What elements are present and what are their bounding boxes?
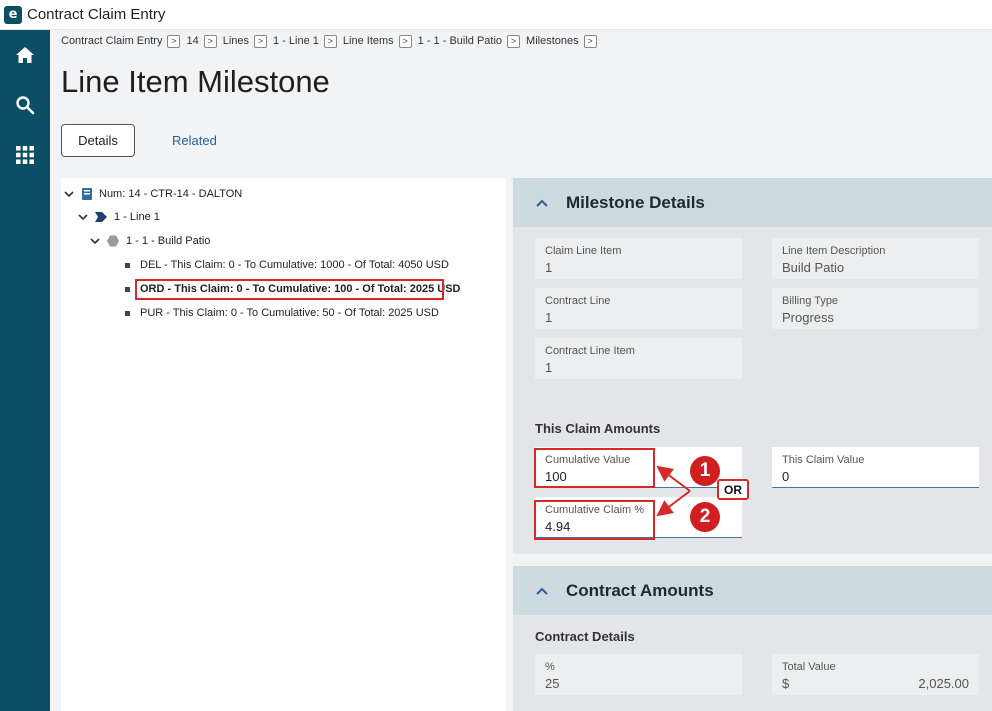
- bullet-icon: [125, 286, 130, 292]
- left-nav-rail: [0, 30, 50, 711]
- field-label: Billing Type: [782, 295, 839, 307]
- selected-milestone-highlight: [135, 279, 444, 300]
- breadcrumb-label: Contract Claim Entry: [61, 35, 163, 47]
- apps-grid-icon: [16, 146, 34, 164]
- claim-line-item-field: Claim Line Item 1: [535, 238, 742, 279]
- annotation-box-cumulative-value: [534, 448, 655, 488]
- field-label: Total Value: [782, 661, 836, 673]
- page-title: Line Item Milestone: [61, 64, 330, 99]
- chevron-up-icon[interactable]: [535, 196, 549, 210]
- field-value: Build Patio: [782, 260, 845, 275]
- field-value[interactable]: 0: [782, 469, 789, 484]
- search-button[interactable]: [0, 85, 50, 125]
- chevron-down-icon[interactable]: [63, 188, 75, 200]
- annotation-or-label: OR: [717, 479, 749, 500]
- annotation-badge-2: 2: [690, 502, 720, 532]
- chevron-right-icon[interactable]: >: [254, 34, 268, 48]
- contract-line-item-field: Contract Line Item 1: [535, 338, 742, 379]
- field-value: 1: [545, 260, 553, 275]
- breadcrumb-item[interactable]: Milestones >: [526, 34, 597, 48]
- breadcrumb-label: 1 - 1 - Build Patio: [417, 35, 503, 47]
- breadcrumb-item[interactable]: 14 >: [186, 34, 217, 48]
- tree-node-item[interactable]: 1 - 1 - Build Patio: [89, 235, 210, 247]
- milestone-details-header[interactable]: Milestone Details: [513, 178, 992, 227]
- tab-details[interactable]: Details: [61, 124, 135, 157]
- field-label: Claim Line Item: [545, 245, 622, 257]
- field-label: Line Item Description: [782, 245, 886, 257]
- breadcrumb-item[interactable]: 1 - Line 1 >: [273, 34, 337, 48]
- field-value: 1: [545, 310, 553, 325]
- search-icon: [16, 96, 35, 115]
- breadcrumb-item[interactable]: Contract Claim Entry >: [61, 34, 181, 48]
- tree-milestone-item[interactable]: DEL - This Claim: 0 - To Cumulative: 100…: [125, 259, 449, 271]
- tree-node-line[interactable]: 1 - Line 1: [77, 211, 160, 223]
- tree-node-label: DEL - This Claim: 0 - To Cumulative: 100…: [140, 259, 449, 271]
- tree-node-label: Num: 14 - CTR-14 - DALTON: [99, 188, 243, 200]
- chevron-right-icon[interactable]: >: [167, 34, 181, 48]
- contract-pct-field: % 25: [535, 654, 742, 695]
- field-label: Contract Line: [545, 295, 611, 307]
- chevron-right-icon[interactable]: >: [203, 34, 217, 48]
- home-button[interactable]: [0, 35, 50, 75]
- section-title: Contract Amounts: [566, 580, 714, 600]
- tree-panel: [61, 178, 506, 711]
- field-value: 1: [545, 360, 553, 375]
- tree-node-label: 1 - Line 1: [114, 211, 160, 223]
- chevron-right-icon[interactable]: >: [398, 34, 412, 48]
- breadcrumb-label: Milestones: [526, 35, 579, 47]
- breadcrumb-item[interactable]: 1 - 1 - Build Patio >: [417, 34, 521, 48]
- line-tag-icon: [95, 212, 107, 222]
- contract-line-field: Contract Line 1: [535, 288, 742, 329]
- currency-symbol: $: [782, 676, 790, 691]
- breadcrumb: Contract Claim Entry > 14 > Lines > 1 - Lin…: [61, 33, 603, 49]
- breadcrumb-item[interactable]: Lines >: [222, 34, 268, 48]
- annotation-badge-1: 1: [690, 456, 720, 486]
- section-title: Milestone Details: [566, 192, 705, 212]
- bullet-icon: [125, 262, 130, 268]
- chevron-right-icon[interactable]: >: [583, 34, 597, 48]
- field-label: This Claim Value: [782, 454, 865, 466]
- this-claim-amounts-heading: This Claim Amounts: [535, 421, 661, 436]
- breadcrumb-item[interactable]: Line Items >: [342, 34, 412, 48]
- contract-book-icon: [81, 187, 93, 201]
- billing-type-field: Billing Type Progress: [772, 288, 979, 329]
- breadcrumb-label: 1 - Line 1: [273, 35, 319, 47]
- chevron-down-icon[interactable]: [77, 211, 89, 223]
- tree-node-label: 1 - 1 - Build Patio: [126, 235, 211, 247]
- this-claim-value-input[interactable]: This Claim Value 0: [772, 447, 979, 488]
- breadcrumb-label: 14: [186, 35, 199, 47]
- field-value: 25: [545, 676, 560, 691]
- field-label: %: [545, 661, 555, 673]
- tree-node-label: PUR - This Claim: 0 - To Cumulative: 50 …: [140, 307, 439, 319]
- home-icon: [16, 47, 34, 63]
- chevron-right-icon[interactable]: >: [323, 34, 337, 48]
- contract-details-heading: Contract Details: [535, 629, 635, 644]
- tree-node-root[interactable]: Num: 14 - CTR-14 - DALTON: [63, 187, 242, 201]
- title-bar: e Contract Claim Entry: [0, 0, 992, 30]
- field-value: Progress: [782, 310, 835, 325]
- line-item-description-field: Line Item Description Build Patio: [772, 238, 979, 279]
- app-logo-icon: e: [4, 5, 22, 24]
- field-label: Contract Line Item: [545, 345, 635, 357]
- bullet-icon: [125, 310, 130, 316]
- chevron-down-icon[interactable]: [89, 235, 101, 247]
- annotation-box-cumulative-claim-pct: [534, 500, 655, 540]
- tree-milestone-item[interactable]: PUR - This Claim: 0 - To Cumulative: 50 …: [125, 307, 439, 319]
- breadcrumb-label: Lines: [222, 35, 250, 47]
- tab-related[interactable]: Related: [172, 133, 217, 148]
- contract-amounts-header[interactable]: Contract Amounts: [513, 566, 992, 615]
- total-value-field: Total Value $ 2,025.00: [772, 654, 979, 695]
- line-item-hexagon-icon: [107, 235, 119, 247]
- chevron-up-icon[interactable]: [535, 584, 549, 598]
- window-title: Contract Claim Entry: [27, 6, 166, 23]
- apps-button[interactable]: [0, 135, 50, 175]
- chevron-right-icon[interactable]: >: [507, 34, 521, 48]
- field-value: 2,025.00: [918, 676, 969, 691]
- breadcrumb-label: Line Items: [342, 35, 394, 47]
